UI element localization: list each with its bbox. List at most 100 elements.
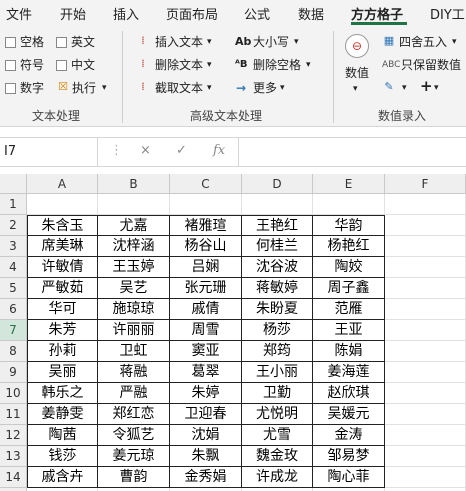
round-button[interactable]: 四舍五入 [399, 34, 447, 50]
chevron-down-icon[interactable]: ▾ [207, 57, 212, 73]
checkbox-chinese[interactable] [56, 60, 67, 71]
column-header-b[interactable]: B [98, 174, 170, 194]
cell-b9[interactable]: 蒋融 [98, 362, 170, 383]
cell-b10[interactable]: 严融 [98, 383, 170, 404]
chevron-down-icon[interactable]: ▾ [452, 34, 457, 50]
tab-page-layout[interactable]: 页面布局 [166, 4, 218, 23]
more-button[interactable]: 更多 [253, 80, 277, 96]
name-box[interactable]: I7 [0, 138, 98, 166]
cell-c5[interactable]: 张元珊 [170, 278, 242, 299]
cell-a5[interactable]: 严敏茹 [27, 278, 98, 299]
cell-a9[interactable]: 吴丽 [27, 362, 98, 383]
cell-a3[interactable]: 席美琳 [27, 236, 98, 257]
cell-c9[interactable]: 葛翠 [170, 362, 242, 383]
cell-c12[interactable]: 沈娟 [170, 425, 242, 446]
cell-f11[interactable] [385, 404, 466, 425]
cell-c11[interactable]: 卫迎春 [170, 404, 242, 425]
cell-c1[interactable] [170, 194, 242, 215]
row-header-1[interactable]: 1 [0, 194, 27, 215]
cell-f8[interactable] [385, 341, 466, 362]
cell-a8[interactable]: 孙莉 [27, 341, 98, 362]
cell-b14[interactable]: 曹韵 [98, 467, 170, 488]
cell-e8[interactable]: 陈娟 [313, 341, 385, 362]
tab-data[interactable]: 数据 [298, 4, 324, 23]
tab-formulas[interactable]: 公式 [244, 4, 270, 23]
cell-d5[interactable]: 蒋敏婷 [242, 278, 313, 299]
cell-a6[interactable]: 华可 [27, 299, 98, 320]
cell-d6[interactable]: 朱盼夏 [242, 299, 313, 320]
chevron-down-icon[interactable]: ▾ [434, 80, 439, 96]
tab-fangfang[interactable]: 方方格子 [351, 4, 403, 23]
cell-f4[interactable] [385, 257, 466, 278]
chevron-down-icon[interactable]: ▾ [280, 80, 285, 96]
row-header-14[interactable]: 14 [0, 467, 27, 488]
chevron-down-icon[interactable]: ▾ [353, 81, 358, 97]
cell-f3[interactable] [385, 236, 466, 257]
cell-b4[interactable]: 王玉婷 [98, 257, 170, 278]
confirm-icon[interactable]: ✓ [176, 143, 187, 158]
cell-e4[interactable]: 陶姣 [313, 257, 385, 278]
checkbox-symbol[interactable] [5, 60, 16, 71]
checkbox-number[interactable] [5, 83, 16, 94]
cell-e14[interactable]: 陶心菲 [313, 467, 385, 488]
cell-e13[interactable]: 邹易梦 [313, 446, 385, 467]
chevron-down-icon[interactable]: ▾ [207, 34, 212, 50]
cell-c13[interactable]: 朱飘 [170, 446, 242, 467]
tab-insert[interactable]: 插入 [113, 4, 139, 23]
cell-d7[interactable]: 杨莎 [242, 320, 313, 341]
row-header-12[interactable]: 12 [0, 425, 27, 446]
formula-input[interactable] [240, 138, 466, 166]
chevron-down-icon[interactable]: ▾ [294, 34, 299, 50]
row-header-11[interactable]: 11 [0, 404, 27, 425]
cell-d9[interactable]: 王小丽 [242, 362, 313, 383]
cell-d13[interactable]: 魏金玫 [242, 446, 313, 467]
tab-home[interactable]: 开始 [60, 4, 86, 23]
column-header-c[interactable]: C [170, 174, 242, 194]
cell-c14[interactable]: 金秀娟 [170, 467, 242, 488]
cell-a10[interactable]: 韩乐之 [27, 383, 98, 404]
row-header-6[interactable]: 6 [0, 299, 27, 320]
cell-b7[interactable]: 许丽丽 [98, 320, 170, 341]
number-button[interactable]: 数值 [345, 65, 369, 81]
tab-file[interactable]: 文件 [6, 4, 32, 23]
edit-icon[interactable]: ✎ [382, 80, 396, 94]
cell-b5[interactable]: 吴艺 [98, 278, 170, 299]
chevron-down-icon[interactable]: ▾ [102, 80, 107, 96]
cell-a13[interactable]: 钱莎 [27, 446, 98, 467]
row-header-8[interactable]: 8 [0, 341, 27, 362]
select-all-corner[interactable] [0, 174, 27, 194]
cell-a2[interactable]: 朱含玉 [27, 215, 98, 236]
cancel-icon[interactable]: × [140, 143, 151, 158]
cell-d4[interactable]: 沈谷波 [242, 257, 313, 278]
chevron-down-icon[interactable]: ▾ [402, 80, 407, 96]
plus-icon[interactable]: + [420, 78, 433, 94]
row-header-2[interactable]: 2 [0, 215, 27, 236]
cell-f5[interactable] [385, 278, 466, 299]
cell-d2[interactable]: 王艳红 [242, 215, 313, 236]
chevron-down-icon[interactable]: ▾ [207, 80, 212, 96]
cell-c3[interactable]: 杨谷山 [170, 236, 242, 257]
cell-c4[interactable]: 吕娴 [170, 257, 242, 278]
row-header-9[interactable]: 9 [0, 362, 27, 383]
cell-b3[interactable]: 沈梓涵 [98, 236, 170, 257]
cell-c7[interactable]: 周雪 [170, 320, 242, 341]
insert-text-button[interactable]: 插入文本 [155, 34, 203, 50]
cell-f9[interactable] [385, 362, 466, 383]
cell-a14[interactable]: 戚含卉 [27, 467, 98, 488]
cell-f14[interactable] [385, 467, 466, 488]
cell-a1[interactable] [27, 194, 98, 215]
cell-e6[interactable]: 范雁 [313, 299, 385, 320]
checkbox-english[interactable] [56, 37, 67, 48]
cell-e10[interactable]: 赵欣琪 [313, 383, 385, 404]
cell-d10[interactable]: 卫勤 [242, 383, 313, 404]
cell-d1[interactable] [242, 194, 313, 215]
cell-a11[interactable]: 姜静雯 [27, 404, 98, 425]
cell-b13[interactable]: 姜元琼 [98, 446, 170, 467]
chevron-down-icon[interactable]: ▾ [306, 57, 311, 73]
cell-e12[interactable]: 金涛 [313, 425, 385, 446]
cell-f6[interactable] [385, 299, 466, 320]
cell-d14[interactable]: 许成龙 [242, 467, 313, 488]
cell-e2[interactable]: 华韵 [313, 215, 385, 236]
case-button[interactable]: 大小写 [253, 34, 289, 50]
column-header-d[interactable]: D [242, 174, 313, 194]
